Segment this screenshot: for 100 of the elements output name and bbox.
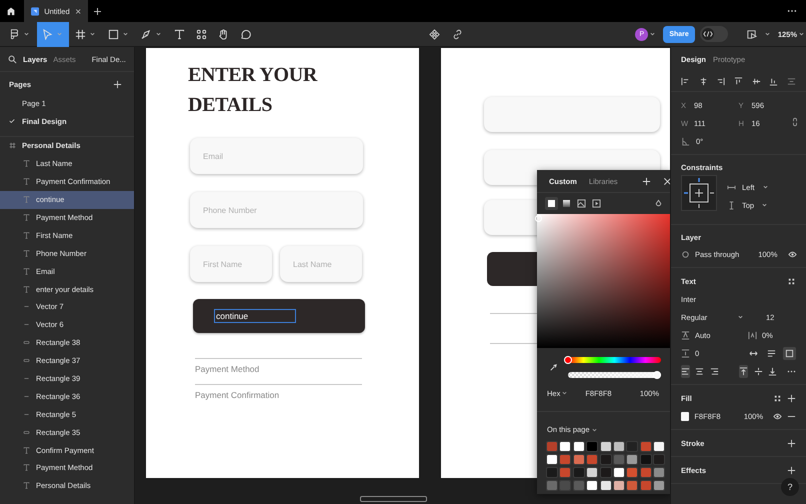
resize-button[interactable] [783,346,796,360]
fill-type-button[interactable] [590,197,603,210]
component-icon[interactable] [429,28,440,40]
fill-type-button[interactable] [560,197,573,210]
color-swatch[interactable] [587,481,598,490]
color-swatch[interactable] [574,481,584,490]
auto-width-icon [749,348,758,358]
color-swatch[interactable] [681,412,690,420]
align-bottom-icon [768,366,777,376]
input-field[interactable]: Last Name [280,246,362,282]
color-swatch[interactable] [574,455,584,464]
align-icon[interactable] [716,76,726,86]
align-icon[interactable] [734,76,743,86]
close-icon[interactable] [662,176,670,186]
color-swatch[interactable] [654,481,664,490]
close-icon[interactable] [74,8,81,14]
color-swatch[interactable] [587,468,598,477]
align-button[interactable] [739,364,748,378]
color-swatch[interactable] [547,442,557,451]
button-label: continue [214,309,296,323]
color-swatch[interactable] [627,481,638,490]
color-swatch[interactable] [627,442,638,451]
color-swatch[interactable] [560,442,570,451]
fill-type-button[interactable] [545,197,558,210]
home-icon[interactable] [6,6,16,16]
align-icon[interactable] [769,76,778,86]
plus-icon[interactable] [787,394,796,402]
color-swatch[interactable] [640,481,651,490]
link-icon[interactable] [792,117,798,127]
color-swatch[interactable] [614,481,624,490]
color-swatch[interactable] [587,442,598,451]
rectangle-icon [108,28,119,40]
caret-icon [764,32,770,36]
check-icon [9,118,15,124]
color-swatch[interactable] [574,468,584,477]
search-icon[interactable] [8,54,17,64]
color-swatch[interactable] [600,455,611,464]
color-swatch[interactable] [614,455,624,464]
input-field[interactable]: Phone Number [190,192,363,228]
drop-icon[interactable] [654,199,663,208]
frame-icon [9,142,16,150]
color-swatch[interactable] [614,442,624,451]
color-swatch[interactable] [547,468,557,477]
more-icon[interactable] [787,9,797,13]
color-swatch[interactable] [587,455,598,464]
align-icon[interactable] [698,76,708,86]
fill-type-button[interactable] [575,197,588,210]
color-swatch[interactable] [600,481,611,490]
text-icon [23,482,30,490]
plus-icon[interactable] [94,8,101,14]
caret-icon [762,185,768,189]
align-icon[interactable] [752,76,761,86]
auto-height-icon [767,348,776,358]
grid-icon[interactable] [773,394,782,402]
color-swatch[interactable] [600,468,611,477]
slider-thumb[interactable] [653,371,661,379]
help-button[interactable]: ? [781,478,799,496]
grid-icon[interactable] [787,276,796,286]
color-swatch[interactable] [574,442,584,451]
color-swatch[interactable] [654,468,664,477]
color-swatch[interactable] [600,442,611,451]
plus-icon[interactable] [787,466,796,474]
eyedropper-icon[interactable] [549,363,558,372]
comment-icon [240,28,251,40]
align-right-icon [710,366,719,376]
caret-icon [123,32,128,36]
text-icon [174,28,185,40]
eye-icon[interactable] [788,250,798,258]
distribute-icon[interactable] [786,76,796,86]
align-icon[interactable] [681,76,690,86]
text-icon [23,250,30,257]
color-swatch[interactable] [640,455,651,464]
plus-icon[interactable] [787,438,796,448]
color-swatch[interactable] [560,468,570,477]
color-swatch[interactable] [654,442,664,451]
dev-mode-toggle[interactable] [700,26,728,42]
color-swatch[interactable] [547,455,557,464]
present-icon[interactable] [746,28,757,40]
link-icon[interactable] [452,28,464,40]
color-swatch[interactable] [654,455,664,464]
align-button[interactable] [681,364,690,378]
input-field[interactable]: First Name [190,246,272,282]
color-swatch[interactable] [560,481,570,490]
color-swatch[interactable] [627,468,638,477]
plus-icon[interactable] [642,176,651,186]
vertical-icon [727,200,736,210]
input-field[interactable]: Email [190,138,363,174]
eye-icon[interactable] [773,412,782,420]
color-swatch[interactable] [614,468,624,477]
constraints-widget[interactable] [681,175,717,211]
color-swatch[interactable] [640,468,651,477]
saturation-field[interactable] [537,214,670,348]
align-middle-icon [754,366,763,376]
color-swatch[interactable] [627,455,638,464]
color-swatch[interactable] [640,442,651,451]
color-swatch[interactable] [560,455,570,464]
scrollbar[interactable] [360,496,427,502]
plus-icon[interactable] [113,80,122,88]
slider-thumb[interactable] [564,356,572,364]
color-swatch[interactable] [547,481,557,490]
